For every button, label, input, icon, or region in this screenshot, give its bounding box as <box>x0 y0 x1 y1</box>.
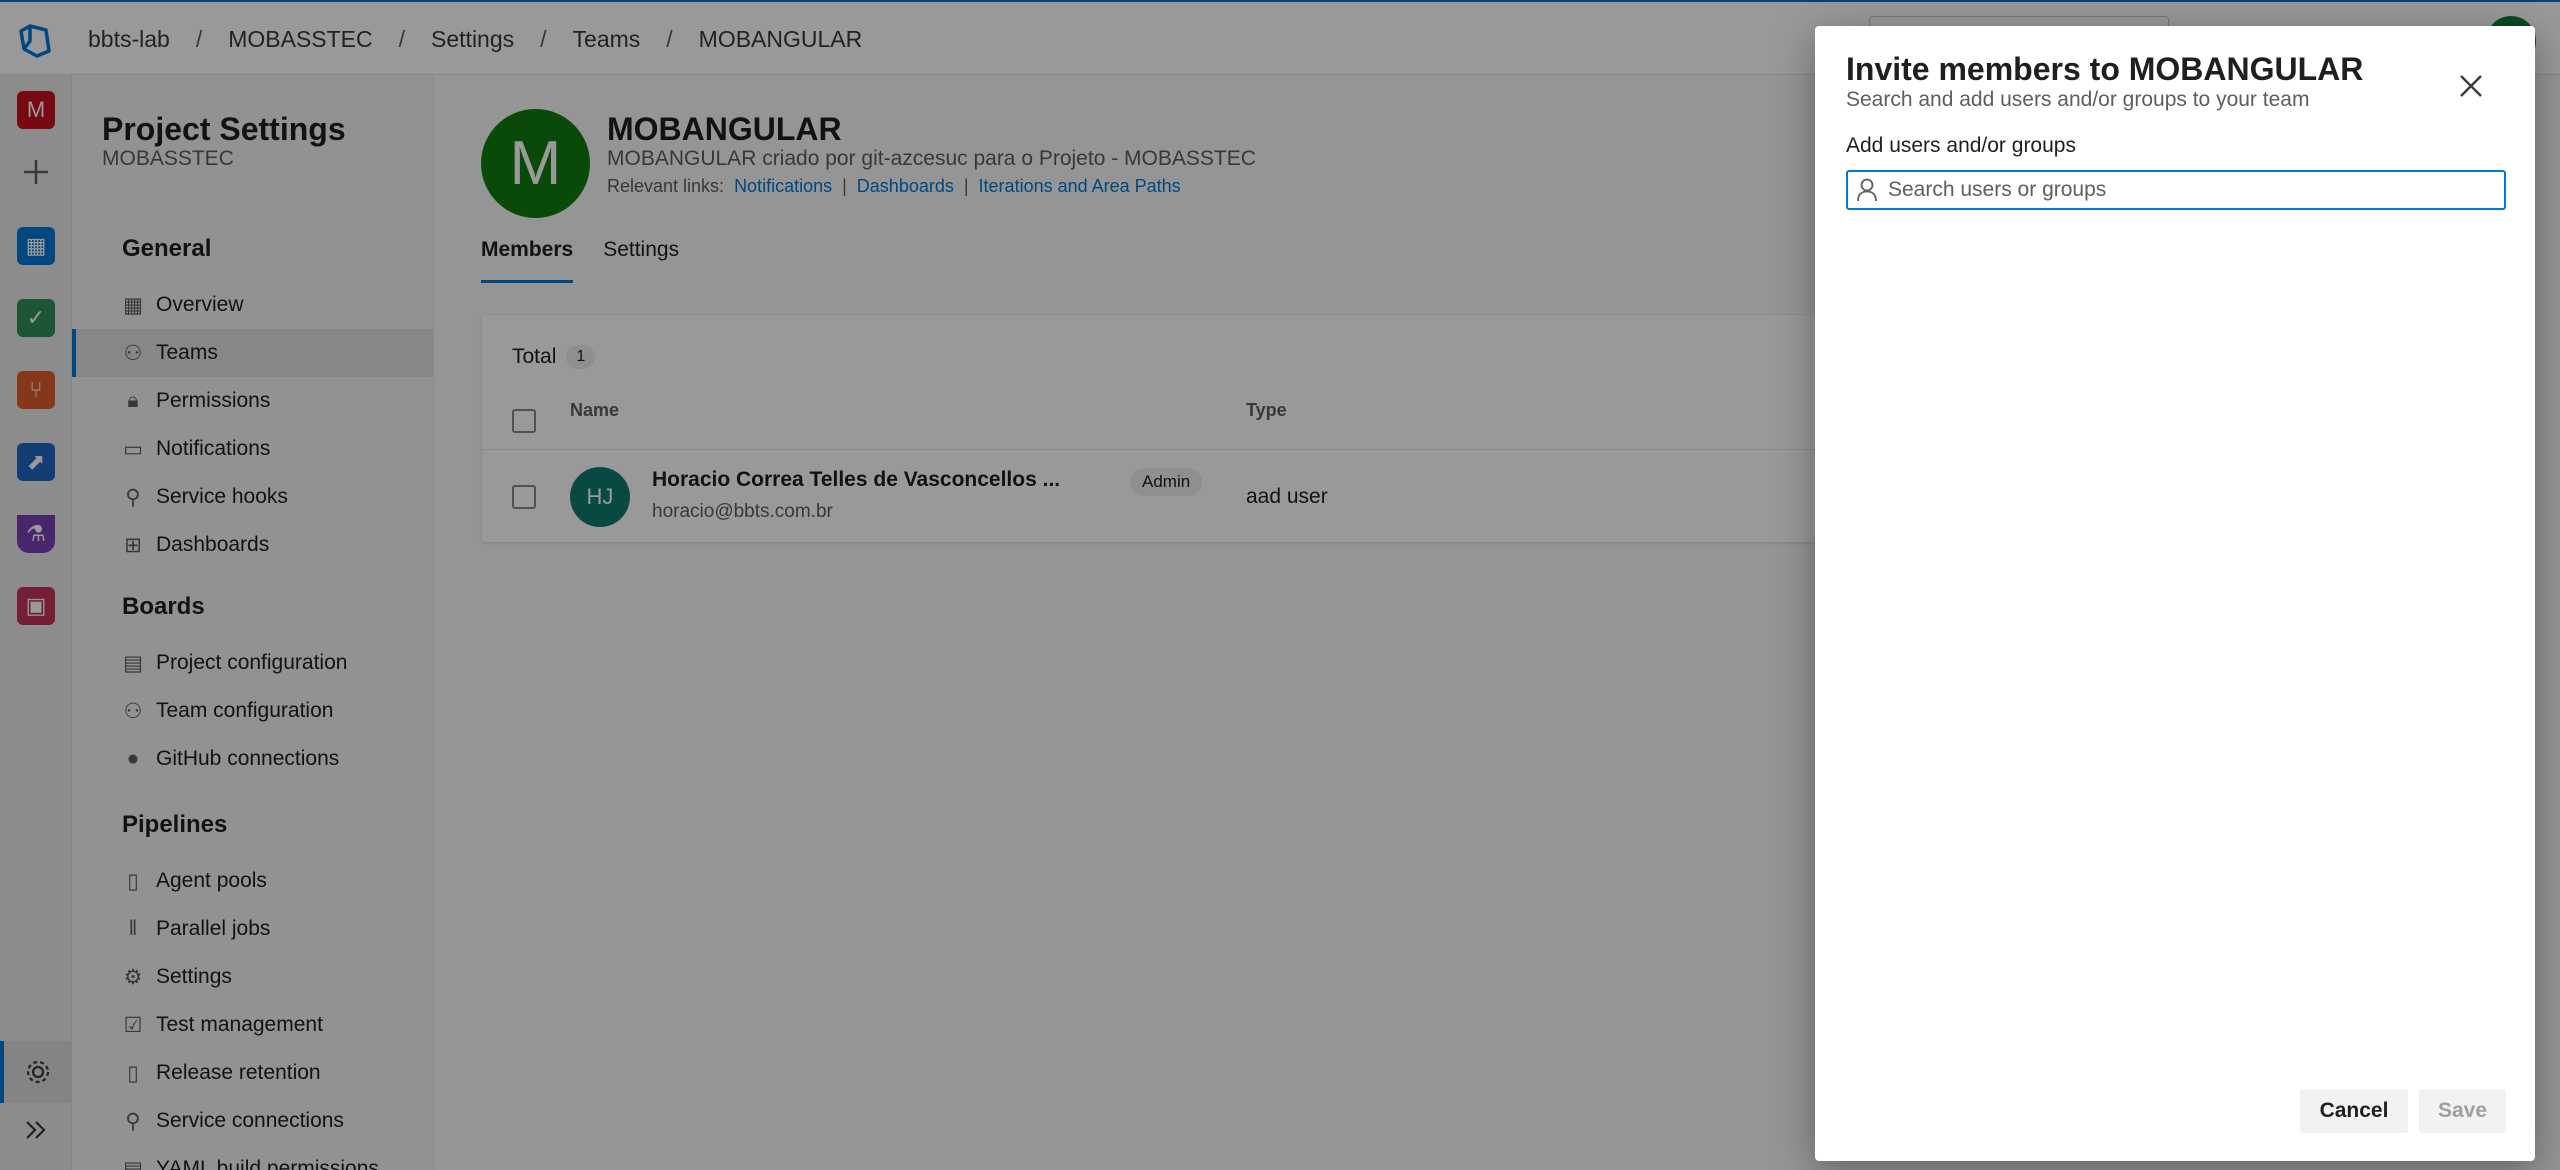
search-users-input[interactable] <box>1888 178 2488 202</box>
close-icon[interactable] <box>2451 66 2491 106</box>
save-button[interactable]: Save <box>2419 1089 2506 1133</box>
cancel-button[interactable]: Cancel <box>2300 1089 2408 1133</box>
search-field[interactable] <box>1846 170 2506 210</box>
field-label: Add users and/or groups <box>1846 134 2076 157</box>
dialog-subtitle: Search and add users and/or groups to yo… <box>1846 88 2310 111</box>
person-icon <box>1857 178 1877 202</box>
invite-members-dialog: Invite members to MOBANGULAR Search and … <box>1815 26 2535 1161</box>
dialog-title: Invite members to MOBANGULAR <box>1846 51 2364 87</box>
